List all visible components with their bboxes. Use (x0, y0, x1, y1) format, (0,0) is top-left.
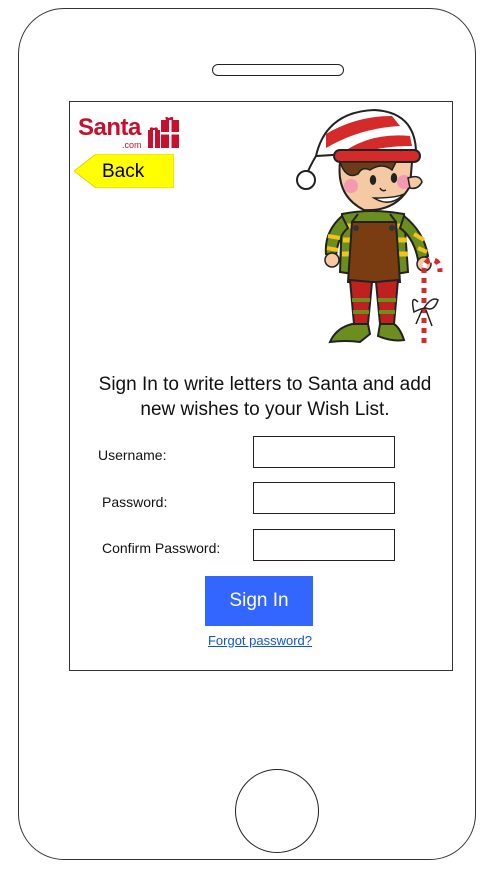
username-label: Username: (98, 447, 167, 463)
back-button[interactable]: Back (74, 154, 174, 188)
confirm-password-input[interactable] (253, 529, 395, 561)
gift-boxes-icon (148, 116, 179, 148)
logo-suffix-text: .com (122, 140, 142, 150)
logo-brand-text: Santa (78, 114, 141, 141)
password-input[interactable] (253, 482, 395, 514)
app-screen: Santa .com Back Sign In to write letters… (69, 101, 453, 671)
phone-home-button[interactable] (235, 769, 319, 853)
username-input[interactable] (253, 436, 395, 468)
sign-in-button[interactable]: Sign In (205, 576, 313, 626)
forgot-password-link[interactable]: Forgot password? (190, 633, 330, 648)
password-label: Password: (102, 494, 168, 510)
confirm-password-label: Confirm Password: (102, 540, 221, 556)
elf-illustration (296, 108, 443, 348)
santa-logo[interactable]: Santa .com (78, 114, 188, 154)
phone-speaker (212, 64, 344, 76)
back-button-label: Back (102, 161, 145, 182)
sign-in-intro: Sign In to write letters to Santa and ad… (98, 374, 432, 420)
